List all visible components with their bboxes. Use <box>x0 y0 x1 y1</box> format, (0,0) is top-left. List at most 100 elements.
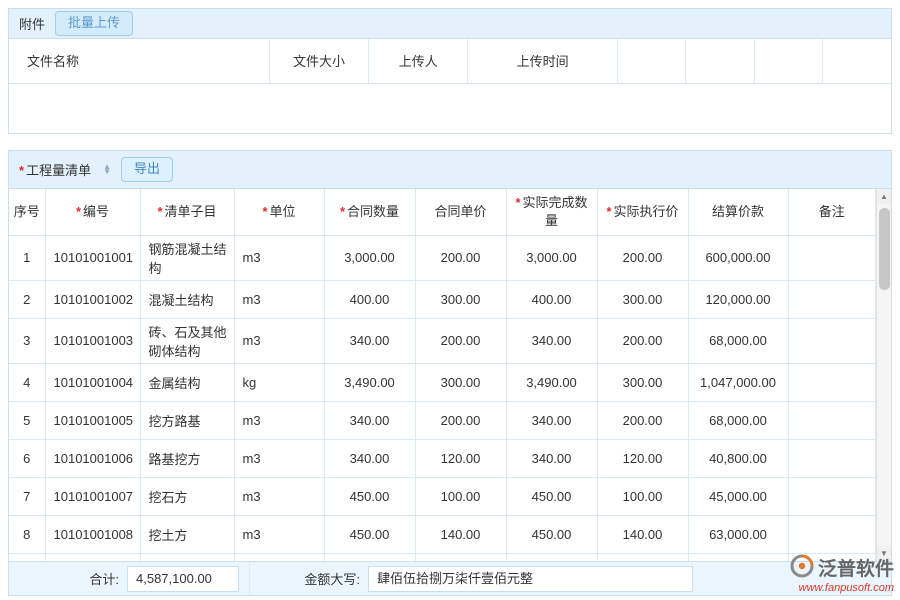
boq-cell-contract_qty: 3,000.00 <box>324 235 415 280</box>
boq-column-header: *实际完成数量 <box>506 189 597 235</box>
boq-cell-contract_price: 140.00 <box>415 515 506 553</box>
boq-cell-remark <box>788 553 876 561</box>
boq-cell-actual_qty: 3,000.00 <box>506 235 597 280</box>
boq-cell-remark <box>788 235 876 280</box>
boq-cell-actual_price: 200.00 <box>597 401 688 439</box>
boq-cell-unit: m3 <box>234 235 324 280</box>
attachment-column-header <box>754 39 822 83</box>
boq-cell-actual_qty: 340.00 <box>506 401 597 439</box>
boq-cell-unit: m3 <box>234 515 324 553</box>
attachment-column-header <box>686 39 754 83</box>
boq-row[interactable]: 610101001006路基挖方m3340.00120.00340.00120.… <box>9 439 876 477</box>
scrollbar-thumb[interactable] <box>879 208 890 290</box>
boq-cell-actual_price <box>597 553 688 561</box>
boq-cell-remark <box>788 401 876 439</box>
boq-footer: 合计: 4,587,100.00 金额大写: 肆佰伍拾捌万柒仟壹佰元整 <box>9 561 891 595</box>
attachments-header-row: 文件名称文件大小上传人上传时间 <box>9 39 891 83</box>
boq-cell-unit <box>234 553 324 561</box>
attachments-header-bar: 附件 批量上传 <box>9 9 891 39</box>
amount-in-words-label: 金额大写: <box>250 569 368 588</box>
boq-column-header: *合同数量 <box>324 189 415 235</box>
boq-row[interactable]: 510101001005挖方路基m3340.00200.00340.00200.… <box>9 401 876 439</box>
required-asterisk: * <box>515 195 520 210</box>
boq-cell-no: 7 <box>9 477 45 515</box>
export-button[interactable]: 导出 <box>121 157 173 182</box>
boq-cell-actual_qty: 340.00 <box>506 439 597 477</box>
boq-cell-settlement: 40,800.00 <box>688 439 788 477</box>
sort-spinner-icon[interactable]: ▲▼ <box>103 165 111 174</box>
boq-cell-code: 10101001003 <box>45 318 140 363</box>
boq-cell-no: 5 <box>9 401 45 439</box>
boq-cell-actual_price: 120.00 <box>597 439 688 477</box>
boq-cell-remark <box>788 477 876 515</box>
boq-row[interactable]: 810101001008挖土方m3450.00140.00450.00140.0… <box>9 515 876 553</box>
boq-row[interactable]: 挖除非适用材 <box>9 553 876 561</box>
boq-cell-no: 8 <box>9 515 45 553</box>
boq-cell-code: 10101001008 <box>45 515 140 553</box>
boq-cell-no: 4 <box>9 363 45 401</box>
boq-row[interactable]: 310101001003砖、石及其他砌体结构m3340.00200.00340.… <box>9 318 876 363</box>
amount-in-words-value: 肆佰伍拾捌万柒仟壹佰元整 <box>368 566 693 592</box>
required-asterisk: * <box>19 163 24 178</box>
boq-cell-contract_price: 120.00 <box>415 439 506 477</box>
required-asterisk: * <box>76 204 81 219</box>
boq-cell-code: 10101001001 <box>45 235 140 280</box>
boq-table-viewport: 序号*编号*清单子目*单位*合同数量合同单价*实际完成数量*实际执行价结算价款备… <box>9 189 891 561</box>
scroll-up-icon[interactable]: ▲ <box>877 189 892 204</box>
boq-cell-item: 挖土方 <box>140 515 234 553</box>
boq-cell-no: 6 <box>9 439 45 477</box>
boq-row[interactable]: 710101001007挖石方m3450.00100.00450.00100.0… <box>9 477 876 515</box>
boq-cell-actual_qty <box>506 553 597 561</box>
boq-cell-actual_qty: 450.00 <box>506 515 597 553</box>
attachments-title: 附件 <box>19 14 45 33</box>
boq-column-header: *清单子目 <box>140 189 234 235</box>
boq-cell-actual_qty: 450.00 <box>506 477 597 515</box>
boq-cell-item: 挖石方 <box>140 477 234 515</box>
scroll-down-icon[interactable]: ▼ <box>877 546 892 561</box>
attachment-column-header: 上传时间 <box>468 39 618 83</box>
attachment-column-header: 文件大小 <box>269 39 369 83</box>
boq-cell-contract_price: 200.00 <box>415 401 506 439</box>
boq-column-header: 备注 <box>788 189 876 235</box>
boq-cell-settlement: 63,000.00 <box>688 515 788 553</box>
boq-cell-code: 10101001002 <box>45 280 140 318</box>
boq-column-header: *实际执行价 <box>597 189 688 235</box>
boq-column-header: *编号 <box>45 189 140 235</box>
boq-cell-unit: m3 <box>234 439 324 477</box>
boq-header-row: 序号*编号*清单子目*单位*合同数量合同单价*实际完成数量*实际执行价结算价款备… <box>9 189 876 235</box>
boq-cell-unit: kg <box>234 363 324 401</box>
boq-cell-settlement: 600,000.00 <box>688 235 788 280</box>
boq-cell-contract_price: 200.00 <box>415 318 506 363</box>
boq-cell-unit: m3 <box>234 280 324 318</box>
boq-column-header: 结算价款 <box>688 189 788 235</box>
attachments-empty-body <box>9 84 891 133</box>
boq-cell-settlement: 120,000.00 <box>688 280 788 318</box>
boq-cell-code: 10101001006 <box>45 439 140 477</box>
boq-cell-actual_price: 140.00 <box>597 515 688 553</box>
attachment-column-header <box>618 39 686 83</box>
boq-cell-item: 砖、石及其他砌体结构 <box>140 318 234 363</box>
boq-cell-item: 挖方路基 <box>140 401 234 439</box>
boq-row[interactable]: 410101001004金属结构kg3,490.00300.003,490.00… <box>9 363 876 401</box>
boq-cell-no: 1 <box>9 235 45 280</box>
boq-cell-settlement: 45,000.00 <box>688 477 788 515</box>
boq-cell-contract_price: 200.00 <box>415 235 506 280</box>
batch-upload-button[interactable]: 批量上传 <box>55 11 133 36</box>
boq-row[interactable]: 210101001002混凝土结构m3400.00300.00400.00300… <box>9 280 876 318</box>
boq-panel: *工程量清单 ▲▼ 导出 序号*编号*清单子目*单位*合同数量合同单价*实际完成… <box>8 150 892 596</box>
boq-cell-unit: m3 <box>234 318 324 363</box>
vertical-scrollbar[interactable]: ▲ ▼ <box>876 189 891 561</box>
boq-cell-remark <box>788 515 876 553</box>
boq-cell-actual_price: 300.00 <box>597 363 688 401</box>
boq-row[interactable]: 110101001001钢筋混凝土结构m33,000.00200.003,000… <box>9 235 876 280</box>
boq-cell-actual_price: 200.00 <box>597 318 688 363</box>
boq-column-header: *单位 <box>234 189 324 235</box>
boq-cell-unit: m3 <box>234 477 324 515</box>
boq-cell-contract_qty: 340.00 <box>324 439 415 477</box>
boq-cell-item: 路基挖方 <box>140 439 234 477</box>
boq-cell-contract_qty: 3,490.00 <box>324 363 415 401</box>
boq-cell-contract_qty: 400.00 <box>324 280 415 318</box>
required-asterisk: * <box>340 204 345 219</box>
boq-cell-settlement: 1,047,000.00 <box>688 363 788 401</box>
attachments-table: 文件名称文件大小上传人上传时间 <box>9 39 891 84</box>
